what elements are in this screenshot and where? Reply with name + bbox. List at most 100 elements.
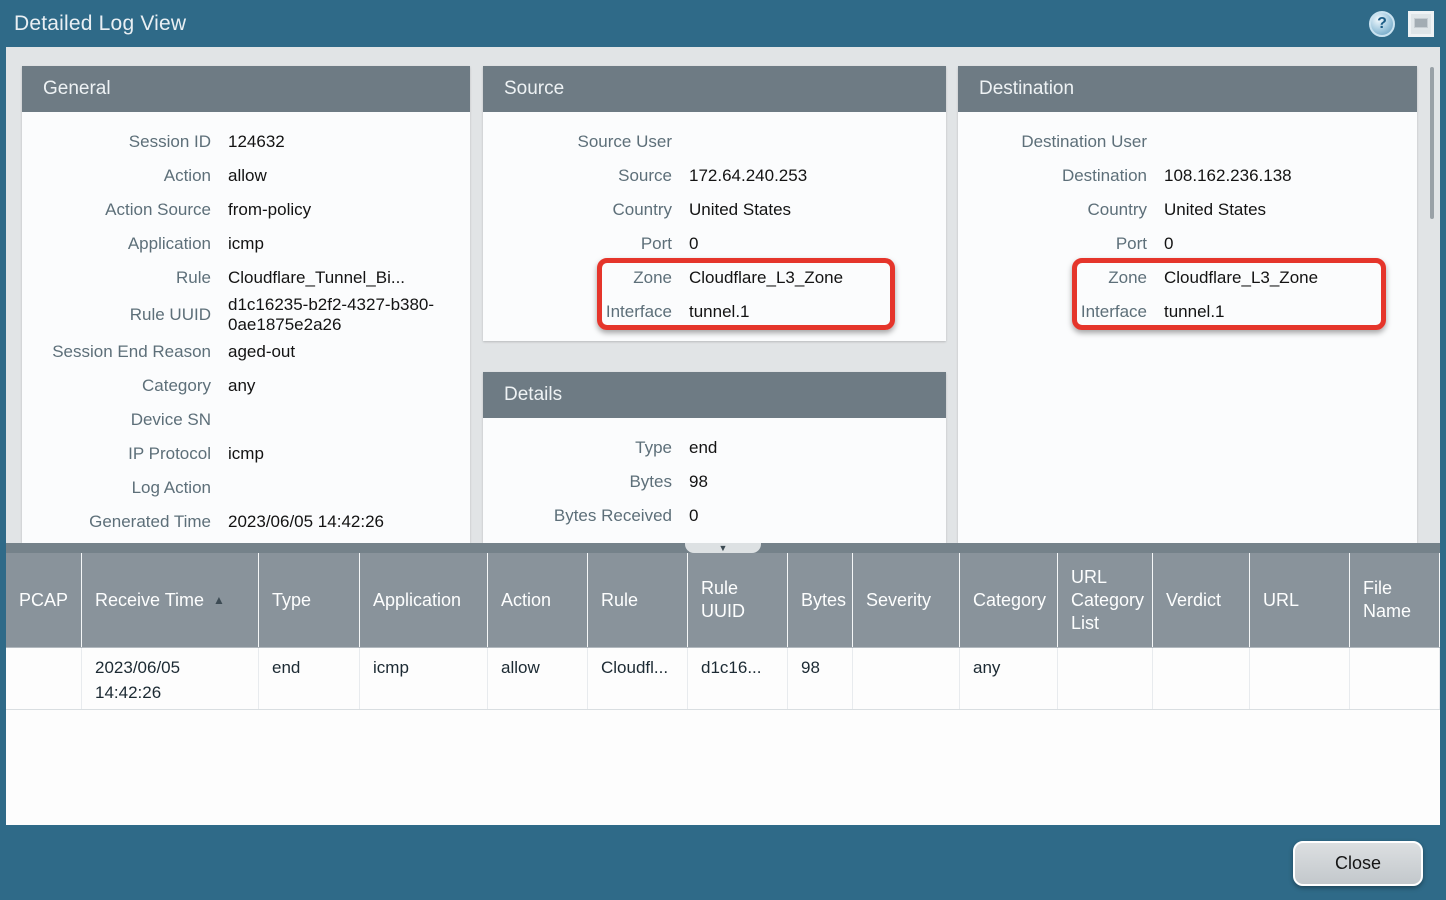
panel-header-general: General — [22, 66, 470, 112]
field-value: icmp — [228, 444, 470, 464]
column-header-label: Rule — [601, 589, 638, 612]
field-label: Log Action — [22, 478, 228, 498]
column-header-label: Rule UUID — [701, 577, 779, 623]
panel-header-source: Source — [483, 66, 946, 112]
column-header-rule-uuid[interactable]: Rule UUID — [688, 553, 788, 647]
vertical-scrollbar-thumb[interactable] — [1430, 67, 1434, 219]
column-header-label: Action — [501, 589, 551, 612]
column-header-label: Verdict — [1166, 589, 1221, 612]
splitter-collapse-handle[interactable]: ▼ — [685, 543, 761, 553]
chevron-down-icon: ▼ — [719, 544, 728, 553]
field-value: any — [228, 376, 470, 396]
column-header-severity[interactable]: Severity — [853, 553, 960, 647]
cell-receive-time: 2023/06/05 14:42:26 — [82, 648, 259, 709]
column-header-label: PCAP — [19, 589, 68, 612]
field-value: allow — [228, 166, 470, 186]
field-row-zone: ZoneCloudflare_L3_Zone — [483, 261, 946, 295]
field-row-application: Applicationicmp — [22, 227, 470, 261]
field-value: tunnel.1 — [1164, 302, 1417, 322]
field-label: Source — [483, 166, 689, 186]
column-header-rule[interactable]: Rule — [588, 553, 688, 647]
field-label: Action — [22, 166, 228, 186]
field-label: Destination User — [958, 132, 1164, 152]
cell-category: any — [960, 648, 1058, 709]
field-value: 0 — [689, 234, 946, 254]
column-header-label: Category — [973, 589, 1046, 612]
cell-type: end — [259, 648, 360, 709]
cell-url-category-list — [1058, 648, 1153, 709]
field-row-source-user: Source User — [483, 125, 946, 159]
field-row-source: Source172.64.240.253 — [483, 159, 946, 193]
field-row-session-end-reason: Session End Reasonaged-out — [22, 335, 470, 369]
window-restore-icon[interactable] — [1408, 11, 1434, 37]
column-header-label: Bytes — [801, 589, 846, 612]
field-row-action: Actionallow — [22, 159, 470, 193]
panel-destination: Destination Destination UserDestination1… — [958, 66, 1417, 543]
column-header-application[interactable]: Application — [360, 553, 488, 647]
column-header-bytes[interactable]: Bytes — [788, 553, 853, 647]
panel-header-destination: Destination — [958, 66, 1417, 112]
field-value: d1c16235-b2f2-4327-b380-0ae1875e2a26 — [228, 295, 470, 335]
column-header-verdict[interactable]: Verdict — [1153, 553, 1250, 647]
field-label: Category — [22, 376, 228, 396]
panel-details: Details TypeendBytes98Bytes Received0 — [483, 372, 946, 543]
cell-bytes: 98 — [788, 648, 853, 709]
field-row-zone: ZoneCloudflare_L3_Zone — [958, 261, 1417, 295]
field-label: Session End Reason — [22, 342, 228, 362]
footer-bar: Close — [0, 825, 1446, 900]
column-header-label: URL Category List — [1071, 566, 1144, 635]
field-row-category: Categoryany — [22, 369, 470, 403]
field-label: Zone — [483, 268, 689, 288]
log-detail-panels-area: General Session ID124632ActionallowActio… — [6, 47, 1440, 543]
field-row-interface: Interfacetunnel.1 — [483, 295, 946, 329]
cell-url — [1250, 648, 1350, 709]
field-label: IP Protocol — [22, 444, 228, 464]
field-value: aged-out — [228, 342, 470, 362]
column-header-type[interactable]: Type — [259, 553, 360, 647]
column-header-url-category-list[interactable]: URL Category List — [1058, 553, 1153, 647]
field-row-port: Port0 — [483, 227, 946, 261]
field-label: Port — [483, 234, 689, 254]
field-value: 0 — [689, 506, 946, 526]
field-label: Bytes — [483, 472, 689, 492]
field-value: United States — [689, 200, 946, 220]
field-row-destination: Destination108.162.236.138 — [958, 159, 1417, 193]
panel-header-details: Details — [483, 372, 946, 418]
field-value: 108.162.236.138 — [1164, 166, 1417, 186]
field-row-device-sn: Device SN — [22, 403, 470, 437]
cell-verdict — [1153, 648, 1250, 709]
field-label: Bytes Received — [483, 506, 689, 526]
log-table-header: PCAP Receive Time▲TypeApplication Action Ru… — [6, 553, 1440, 648]
window-restore-icon-inner — [1414, 18, 1428, 28]
help-icon[interactable]: ? — [1369, 11, 1395, 37]
field-label: Interface — [958, 302, 1164, 322]
cell-rule: Cloudfl... — [588, 648, 688, 709]
field-row-log-action: Log Action — [22, 471, 470, 505]
log-table-row[interactable]: 2023/06/05 14:42:26endicmpallowCloudfl..… — [6, 648, 1440, 710]
field-row-country: CountryUnited States — [483, 193, 946, 227]
panel-body-details: TypeendBytes98Bytes Received0 — [483, 418, 946, 533]
field-value: end — [689, 438, 946, 458]
column-header-pcap[interactable]: PCAP — [6, 553, 82, 647]
field-row-country: CountryUnited States — [958, 193, 1417, 227]
field-label: Application — [22, 234, 228, 254]
field-row-bytes: Bytes98 — [483, 465, 946, 499]
cell-file-name — [1350, 648, 1440, 709]
splitter-bar: ▼ — [6, 543, 1440, 553]
log-table-body: 2023/06/05 14:42:26endicmpallowCloudfl..… — [6, 648, 1440, 825]
sort-ascending-icon: ▲ — [213, 589, 225, 612]
field-label: Country — [958, 200, 1164, 220]
field-value: from-policy — [228, 200, 470, 220]
column-header-file-name[interactable]: File Name — [1350, 553, 1440, 647]
column-header-receive-time[interactable]: Receive Time▲ — [82, 553, 259, 647]
field-label: Action Source — [22, 200, 228, 220]
close-button[interactable]: Close — [1293, 841, 1423, 886]
column-header-action[interactable]: Action — [488, 553, 588, 647]
field-label: Rule — [22, 268, 228, 288]
field-row-rule-uuid: Rule UUIDd1c16235-b2f2-4327-b380-0ae1875… — [22, 295, 470, 335]
column-header-url[interactable]: URL — [1250, 553, 1350, 647]
column-header-category[interactable]: Category — [960, 553, 1058, 647]
field-label: Destination — [958, 166, 1164, 186]
cell-application: icmp — [360, 648, 488, 709]
titlebar: Detailed Log View ? — [0, 0, 1446, 47]
